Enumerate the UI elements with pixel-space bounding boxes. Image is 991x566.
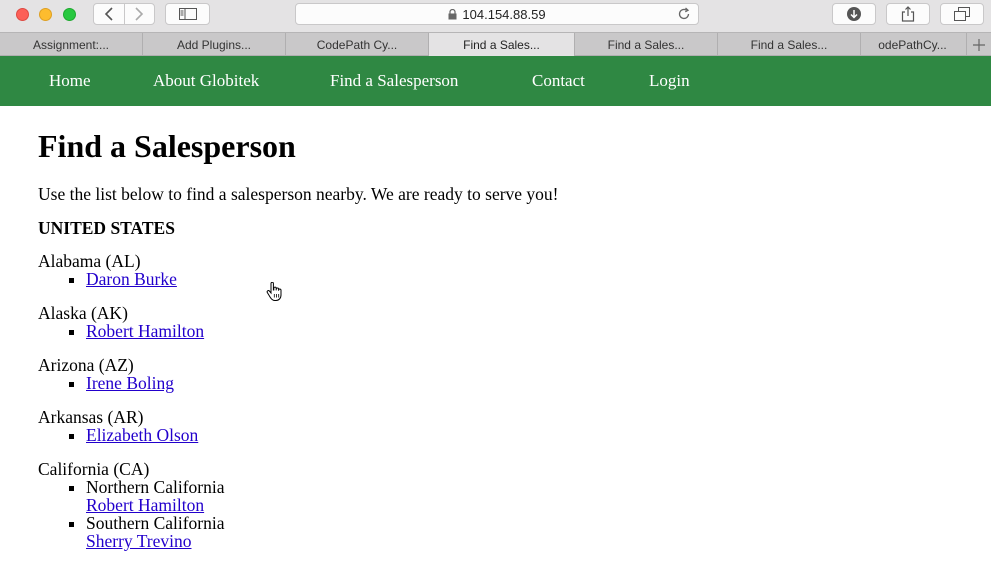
state-item: Arkansas (AR) Elizabeth Olson	[38, 408, 638, 444]
list-item: Elizabeth Olson	[86, 426, 638, 444]
sidebar-toggle-button[interactable]	[165, 3, 210, 25]
browser-tab[interactable]: odePathCy...	[859, 33, 967, 56]
state-item: California (CA) Northern California Robe…	[38, 460, 638, 550]
nav-login[interactable]: Login	[649, 56, 690, 106]
tabs-icon	[954, 7, 970, 21]
share-icon	[901, 6, 915, 22]
salesperson-link[interactable]: Robert Hamilton	[86, 322, 638, 340]
state-name: Alabama (AL)	[38, 251, 141, 271]
share-button[interactable]	[886, 3, 930, 25]
nav-about[interactable]: About Globitek	[153, 56, 259, 106]
salesperson-link[interactable]: Irene Boling	[86, 374, 638, 392]
nav-find-salesperson[interactable]: Find a Salesperson	[330, 56, 458, 106]
nav-home[interactable]: Home	[49, 56, 91, 106]
state-name: Arkansas (AR)	[38, 407, 144, 427]
state-name: California (CA)	[38, 459, 150, 479]
salesperson-link[interactable]: Robert Hamilton	[86, 496, 638, 514]
chevron-right-icon	[135, 7, 144, 21]
state-name: Alaska (AK)	[38, 303, 128, 323]
salesperson-list: Irene Boling	[38, 374, 638, 392]
browser-tab[interactable]: Add Plugins...	[143, 33, 286, 56]
back-button[interactable]	[94, 4, 125, 24]
state-item: Alabama (AL) Daron Burke	[38, 252, 638, 288]
salesperson-link[interactable]: Elizabeth Olson	[86, 426, 638, 444]
region-list: Northern California Robert Hamilton Sout…	[38, 478, 638, 550]
page-title: Find a Salesperson	[38, 128, 296, 164]
salesperson-list: Daron Burke	[38, 270, 638, 288]
lock-icon	[448, 8, 457, 20]
region-name: Southern California	[86, 513, 225, 533]
salesperson-list: Elizabeth Olson	[38, 426, 638, 444]
browser-tab-active[interactable]: Find a Sales...	[429, 33, 575, 56]
state-list: Alabama (AL) Daron Burke Alaska (AK) Rob…	[38, 252, 638, 566]
list-item: Daron Burke	[86, 270, 638, 288]
salesperson-link[interactable]: Daron Burke	[86, 270, 638, 288]
state-item: Alaska (AK) Robert Hamilton	[38, 304, 638, 340]
state-item: Arizona (AZ) Irene Boling	[38, 356, 638, 392]
url-text: 104.154.88.59	[462, 6, 546, 22]
minimize-window-button[interactable]	[39, 8, 52, 21]
state-name: Arizona (AZ)	[38, 355, 134, 375]
tab-bar: Assignment:... Add Plugins... CodePath C…	[0, 32, 991, 56]
chevron-left-icon	[104, 7, 113, 21]
browser-tab[interactable]: Find a Sales...	[718, 33, 861, 56]
region-item: Southern California Sherry Trevino	[86, 514, 638, 550]
browser-toolbar: 104.154.88.59	[0, 0, 991, 32]
country-heading: UNITED STATES	[38, 218, 175, 238]
region-item: Northern California Robert Hamilton	[86, 478, 638, 514]
site-navbar: Home About Globitek Find a Salesperson C…	[0, 56, 991, 106]
region-name: Northern California	[86, 477, 225, 497]
list-item: Irene Boling	[86, 374, 638, 392]
reload-icon[interactable]	[677, 7, 691, 24]
salesperson-link[interactable]: Sherry Trevino	[86, 532, 638, 550]
intro-text: Use the list below to find a salesperson…	[38, 184, 559, 204]
download-icon	[847, 7, 861, 21]
zoom-window-button[interactable]	[63, 8, 76, 21]
nav-contact[interactable]: Contact	[532, 56, 585, 106]
address-bar[interactable]: 104.154.88.59	[295, 3, 699, 25]
plus-icon	[973, 38, 985, 51]
forward-button[interactable]	[125, 4, 155, 24]
browser-tab[interactable]: Find a Sales...	[575, 33, 718, 56]
browser-tab[interactable]: CodePath Cy...	[286, 33, 429, 56]
close-window-button[interactable]	[16, 8, 29, 21]
salesperson-list: Robert Hamilton	[38, 322, 638, 340]
browser-tab[interactable]: Assignment:...	[0, 33, 143, 56]
sidebar-icon	[178, 8, 197, 20]
list-item: Robert Hamilton	[86, 322, 638, 340]
history-nav	[93, 3, 155, 25]
tabs-overview-button[interactable]	[940, 3, 984, 25]
hand-cursor-icon	[266, 281, 282, 307]
new-tab-button[interactable]	[967, 33, 991, 56]
downloads-button[interactable]	[832, 3, 876, 25]
